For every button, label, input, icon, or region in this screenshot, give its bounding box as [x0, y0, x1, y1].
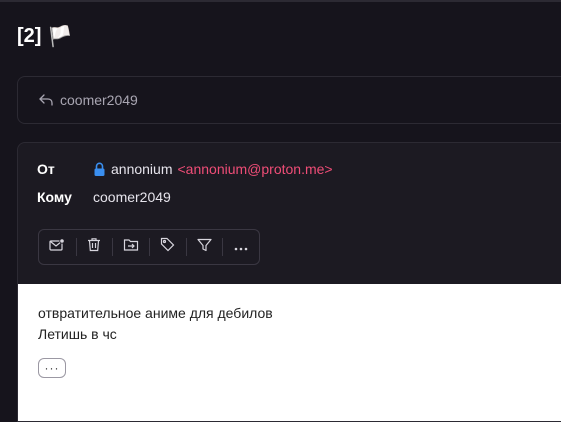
to-label: Кому [37, 189, 72, 205]
filter-icon [196, 238, 212, 257]
expanded-message: От annonium <annonium@proton.me> Кому co… [17, 142, 561, 422]
message-body: отвратительное аниме для дебилов Летишь … [18, 284, 561, 421]
conversation-subject: [2] 🏳️ [17, 24, 72, 48]
move-to-folder-button[interactable] [112, 230, 149, 264]
reply-icon [38, 93, 54, 107]
label-button[interactable] [149, 230, 186, 264]
body-line: Летишь в чс [38, 326, 117, 342]
collapsed-message[interactable]: coomer2049 [17, 76, 561, 124]
white-flag-icon: 🏳️ [47, 24, 73, 48]
more-options-icon [234, 238, 248, 256]
mark-unread-button[interactable] [39, 230, 76, 264]
more-options-button[interactable] [222, 230, 259, 264]
subject-text: [2] [17, 24, 42, 47]
sender-name[interactable]: annonium [111, 161, 173, 177]
from-row: От annonium <annonium@proton.me> [37, 161, 333, 177]
trash-button[interactable] [75, 230, 113, 264]
sender-email[interactable]: <annonium@proton.me> [178, 161, 333, 177]
collapsed-recipient: coomer2049 [60, 92, 138, 108]
show-quoted-button[interactable]: ··· [38, 358, 66, 378]
body-line: отвратительное аниме для дебилов [38, 305, 273, 321]
recipient-name[interactable]: coomer2049 [93, 189, 171, 205]
mark-unread-icon [49, 237, 65, 257]
to-row: Кому coomer2049 [37, 189, 171, 205]
move-to-folder-icon [123, 238, 139, 257]
from-label: От [37, 161, 55, 177]
lock-icon [93, 161, 106, 177]
top-divider [0, 0, 561, 2]
message-toolbar [38, 229, 260, 265]
filter-button[interactable] [185, 230, 223, 264]
label-tag-icon [160, 237, 175, 257]
trash-icon [87, 237, 101, 257]
